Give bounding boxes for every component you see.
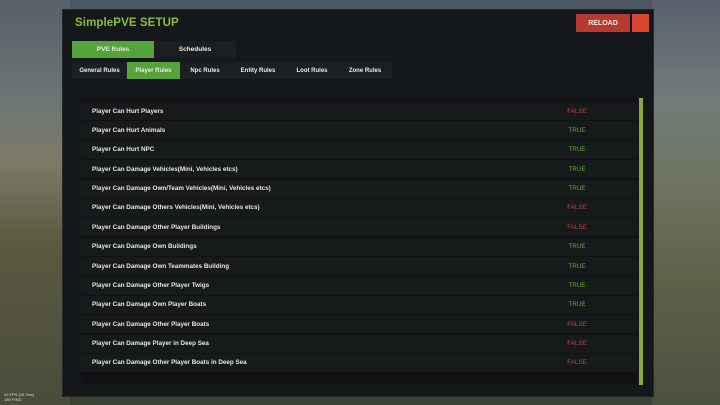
rule-label: Player Can Damage Other Player Twigs — [92, 281, 210, 289]
setup-panel: SimplePVE SETUP RELOAD PVE Rules Schedul… — [62, 9, 654, 397]
rule-toggle[interactable]: TRUE — [562, 301, 592, 308]
rule-toggle[interactable]: FALSE — [562, 108, 592, 115]
rule-label: Player Can Hurt Animals — [92, 126, 166, 134]
tab-player-rules[interactable]: Player Rules — [127, 62, 180, 79]
rule-label: Player Can Damage Player in Deep Sea — [92, 340, 209, 348]
tab-entity-rules[interactable]: Entity Rules — [230, 62, 286, 79]
tab-schedules[interactable]: Schedules — [154, 41, 236, 58]
rules-list: Player Can Hurt Players FALSE Player Can … — [81, 98, 637, 385]
rule-row[interactable]: Player Can Damage Own Player Boats TRUE — [81, 295, 637, 314]
close-button[interactable] — [632, 14, 649, 32]
tab-general-rules[interactable]: General Rules — [72, 62, 127, 79]
rule-label: Player Can Damage Vehicles(Mini, Vehicle… — [92, 165, 238, 173]
rule-label: Player Can Damage Own/Team Vehicles(Mini… — [92, 185, 271, 193]
rule-row[interactable]: Player Can Damage Vehicles(Mini, Vehicle… — [81, 160, 637, 179]
rule-row[interactable]: Player Can Damage Other Player Buildings… — [81, 218, 637, 237]
scrollbar[interactable] — [639, 98, 643, 385]
rule-toggle[interactable]: TRUE — [562, 263, 592, 270]
rule-toggle[interactable]: FALSE — [562, 359, 592, 366]
sub-tabs: General Rules Player Rules Npc Rules Ent… — [72, 62, 392, 79]
ping-readout: 185 PING — [4, 397, 22, 402]
rule-label: Player Can Damage Others Vehicles(Mini, … — [92, 204, 260, 212]
rule-toggle[interactable]: FALSE — [562, 224, 592, 231]
panel-title: SimplePVE SETUP — [75, 17, 179, 29]
rule-toggle[interactable]: TRUE — [562, 166, 592, 173]
rule-toggle[interactable]: TRUE — [562, 243, 592, 250]
reload-button[interactable]: RELOAD — [576, 14, 630, 32]
rule-label: Player Can Damage Other Player Boats in … — [92, 359, 247, 367]
rule-toggle[interactable]: TRUE — [562, 146, 592, 153]
rule-toggle[interactable]: FALSE — [562, 204, 592, 211]
rule-row[interactable]: Player Can Damage Others Vehicles(Mini, … — [81, 198, 637, 218]
rule-row[interactable]: Player Can Damage Other Player Boats FALS… — [81, 315, 637, 334]
rule-row[interactable]: Player Can Damage Own Buildings TRUE — [81, 237, 637, 256]
rule-toggle[interactable]: FALSE — [562, 321, 592, 328]
rule-row[interactable]: Player Can Damage Own Teammates Building… — [81, 257, 637, 276]
rule-row[interactable]: Player Can Damage Other Player Boats in … — [81, 353, 637, 373]
background-left — [0, 0, 70, 405]
rule-label: Player Can Damage Other Player Buildings — [92, 223, 221, 231]
rule-label: Player Can Hurt Players — [92, 107, 164, 115]
rule-row[interactable]: Player Can Damage Player in Deep Sea FALS… — [81, 334, 637, 353]
tab-pve-rules[interactable]: PVE Rules — [72, 41, 154, 58]
rule-row[interactable]: Player Can Hurt Animals TRUE — [81, 121, 637, 140]
rule-row[interactable]: Player Can Hurt Players FALSE — [81, 102, 637, 121]
rule-toggle[interactable]: TRUE — [562, 282, 592, 289]
rule-label: Player Can Damage Own Teammates Building — [92, 262, 230, 270]
rule-label: Player Can Damage Own Player Boats — [92, 301, 207, 309]
tab-loot-rules[interactable]: Loot Rules — [286, 62, 338, 79]
rule-label: Player Can Damage Other Player Boats — [92, 320, 210, 328]
tab-zone-rules[interactable]: Zone Rules — [338, 62, 392, 79]
background-right — [652, 0, 720, 405]
tab-npc-rules[interactable]: Npc Rules — [180, 62, 230, 79]
rule-toggle[interactable]: TRUE — [562, 185, 592, 192]
rule-row[interactable]: Player Can Hurt NPC TRUE — [81, 140, 637, 159]
rule-toggle[interactable]: FALSE — [562, 340, 592, 347]
rule-row[interactable]: Player Can Damage Other Player Twigs TRUE — [81, 276, 637, 295]
rule-row[interactable]: Player Can Damage Own/Team Vehicles(Mini… — [81, 179, 637, 198]
hud-stats: 49 FPS (20.3ms) 185 PING — [4, 392, 34, 402]
rule-label: Player Can Damage Own Buildings — [92, 243, 197, 251]
rule-toggle[interactable]: TRUE — [562, 127, 592, 134]
scrollbar-thumb[interactable] — [639, 98, 643, 385]
main-tabs: PVE Rules Schedules — [72, 41, 236, 58]
rule-label: Player Can Hurt NPC — [92, 146, 155, 154]
